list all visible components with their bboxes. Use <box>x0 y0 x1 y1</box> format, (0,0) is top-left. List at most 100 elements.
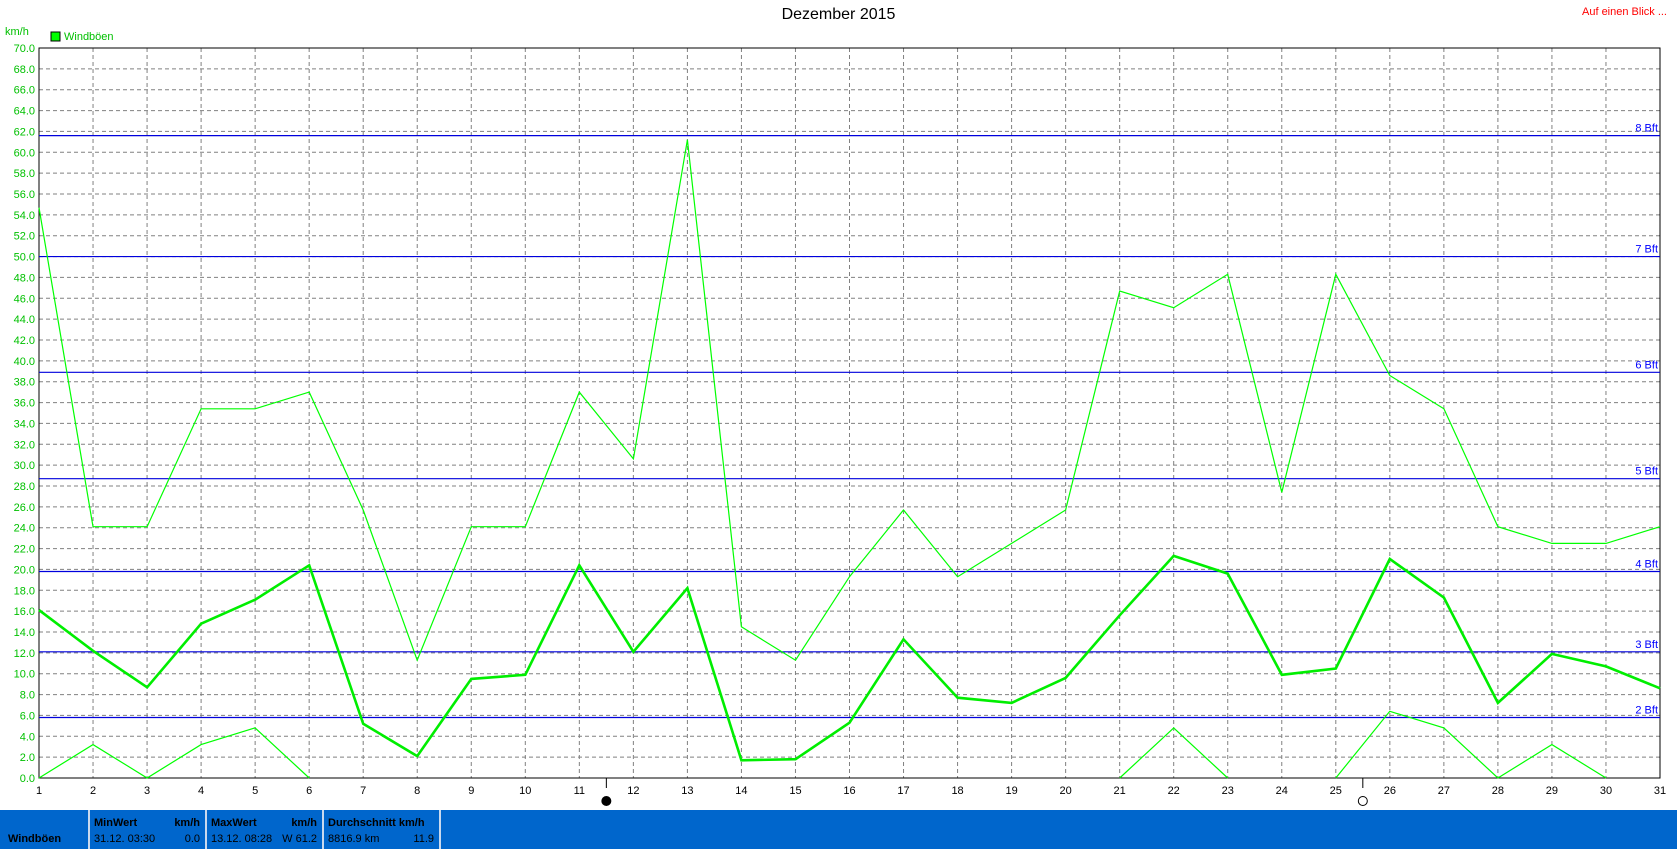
y-tick-label: 54.0 <box>14 210 35 222</box>
beaufort-label: 5 Bft <box>1635 466 1658 478</box>
grid-lines <box>38 47 1661 779</box>
x-tick-label: 12 <box>627 785 639 797</box>
new-moon-icon <box>601 796 612 806</box>
x-tick-label: 23 <box>1222 785 1234 797</box>
y-tick-label: 28.0 <box>14 481 35 493</box>
beaufort-label: 4 Bft <box>1635 559 1658 571</box>
y-tick-label: 56.0 <box>14 189 35 201</box>
max-unit: km/h <box>291 817 317 829</box>
summary-separator <box>88 810 90 849</box>
x-tick-label: 1 <box>36 785 42 797</box>
legend-label: Windböen <box>64 31 114 43</box>
y-tick-label: 8.0 <box>20 690 35 702</box>
x-tick-label: 28 <box>1492 785 1504 797</box>
beaufort-label: 2 Bft <box>1635 705 1658 717</box>
y-tick-label: 46.0 <box>14 293 35 305</box>
x-tick-label: 11 <box>574 785 585 797</box>
y-unit-label: km/h <box>5 26 29 38</box>
y-tick-label: 48.0 <box>14 272 35 284</box>
avg-value: 11.9 <box>413 833 434 845</box>
beaufort-label: 3 Bft <box>1635 639 1658 651</box>
y-tick-label: 50.0 <box>14 252 35 264</box>
y-tick-label: 52.0 <box>14 231 35 243</box>
x-tick-label: 3 <box>144 785 150 797</box>
x-tick-label: 30 <box>1600 785 1612 797</box>
y-tick-label: 34.0 <box>14 418 35 430</box>
x-tick-label: 22 <box>1168 785 1180 797</box>
y-tick-label: 4.0 <box>20 731 35 743</box>
summary-separator <box>322 810 324 849</box>
wind-gust-chart: 2 Bft 3 Bft 4 Bft 5 Bft 6 Bft 7 Bft 8 Bft 0.0 2… <box>5 26 1666 806</box>
x-tick-label: 21 <box>1114 785 1126 797</box>
y-tick-label: 6.0 <box>20 710 35 722</box>
overview-link[interactable]: Auf einen Blick ... <box>1582 6 1667 18</box>
y-tick-label: 24.0 <box>14 523 35 535</box>
max-date: 13.12. 08:28 <box>211 833 273 845</box>
y-tick-label: 22.0 <box>14 544 35 556</box>
chart-title: Dezember 2015 <box>781 6 896 23</box>
y-tick-label: 58.0 <box>14 168 35 180</box>
summary-min: MinWert km/h 31.12. 03:30 0.0 <box>92 810 202 849</box>
x-tick-label: 10 <box>519 785 531 797</box>
y-tick-label: 32.0 <box>14 439 35 451</box>
y-tick-label: 36.0 <box>14 398 35 410</box>
x-tick-label: 24 <box>1276 785 1288 797</box>
x-tick-label: 8 <box>414 785 420 797</box>
x-tick-label: 26 <box>1384 785 1396 797</box>
x-tick-label: 2 <box>90 785 96 797</box>
summary-bar: Windböen MinWert km/h 31.12. 03:30 0.0 M… <box>0 810 1677 849</box>
x-tick-label: 19 <box>1005 785 1017 797</box>
y-tick-label: 68.0 <box>14 64 35 76</box>
x-tick-label: 14 <box>735 785 747 797</box>
x-tick-label: 6 <box>306 785 312 797</box>
x-tick-label: 15 <box>789 785 801 797</box>
summary-row-label: Windböen <box>8 833 62 845</box>
summary-avg: Durchschnitt km/h 8816.9 km 11.9 <box>326 810 436 849</box>
y-tick-label: 64.0 <box>14 106 35 118</box>
legend-swatch <box>50 31 61 42</box>
min-unit: km/h <box>174 817 200 829</box>
x-tick-label: 27 <box>1438 785 1450 797</box>
min-header: MinWert <box>94 817 138 829</box>
x-tick-label: 17 <box>897 785 909 797</box>
y-tick-label: 20.0 <box>14 564 35 576</box>
summary-separator <box>205 810 207 849</box>
min-value: 0.0 <box>184 833 200 845</box>
x-tick-label: 9 <box>468 785 474 797</box>
y-tick-label: 0.0 <box>20 773 35 785</box>
beaufort-label: 7 Bft <box>1635 244 1658 256</box>
y-tick-label: 38.0 <box>14 377 35 389</box>
full-moon-icon <box>1357 796 1368 806</box>
y-tick-label: 70.0 <box>14 43 35 55</box>
y-tick-label: 62.0 <box>14 126 35 138</box>
max-header: MaxWert <box>211 817 257 829</box>
x-tick-label: 31 <box>1654 785 1666 797</box>
y-tick-label: 2.0 <box>20 752 35 764</box>
y-tick-label: 40.0 <box>14 356 35 368</box>
beaufort-label: 6 Bft <box>1635 359 1658 371</box>
y-tick-label: 18.0 <box>14 585 35 597</box>
moon-markers <box>601 778 1368 806</box>
series-lines <box>38 139 1661 779</box>
avg-distance: 8816.9 km <box>328 833 380 845</box>
y-tick-label: 26.0 <box>14 502 35 514</box>
avg-header: Durchschnitt km/h <box>328 817 425 829</box>
y-tick-label: 42.0 <box>14 335 35 347</box>
summary-separator <box>439 810 441 849</box>
x-tick-label: 20 <box>1060 785 1072 797</box>
x-tick-label: 7 <box>360 785 366 797</box>
y-tick-label: 14.0 <box>14 627 35 639</box>
y-tick-label: 66.0 <box>14 85 35 97</box>
y-tick-label: 10.0 <box>14 669 35 681</box>
x-tick-label: 16 <box>843 785 855 797</box>
x-tick-label: 4 <box>198 785 204 797</box>
x-tick-label: 29 <box>1546 785 1558 797</box>
y-tick-label: 44.0 <box>14 314 35 326</box>
x-tick-label: 25 <box>1330 785 1342 797</box>
max-value: W 61.2 <box>282 833 317 845</box>
x-tick-label: 13 <box>681 785 693 797</box>
y-axis-ticks: 0.0 2.0 4.0 6.0 8.0 10.0 12.0 14.0 16.0 18.0 20.0 2… <box>14 43 35 785</box>
min-date: 31.12. 03:30 <box>94 833 156 845</box>
beaufort-label: 8 Bft <box>1635 123 1658 135</box>
y-tick-label: 12.0 <box>14 648 35 660</box>
